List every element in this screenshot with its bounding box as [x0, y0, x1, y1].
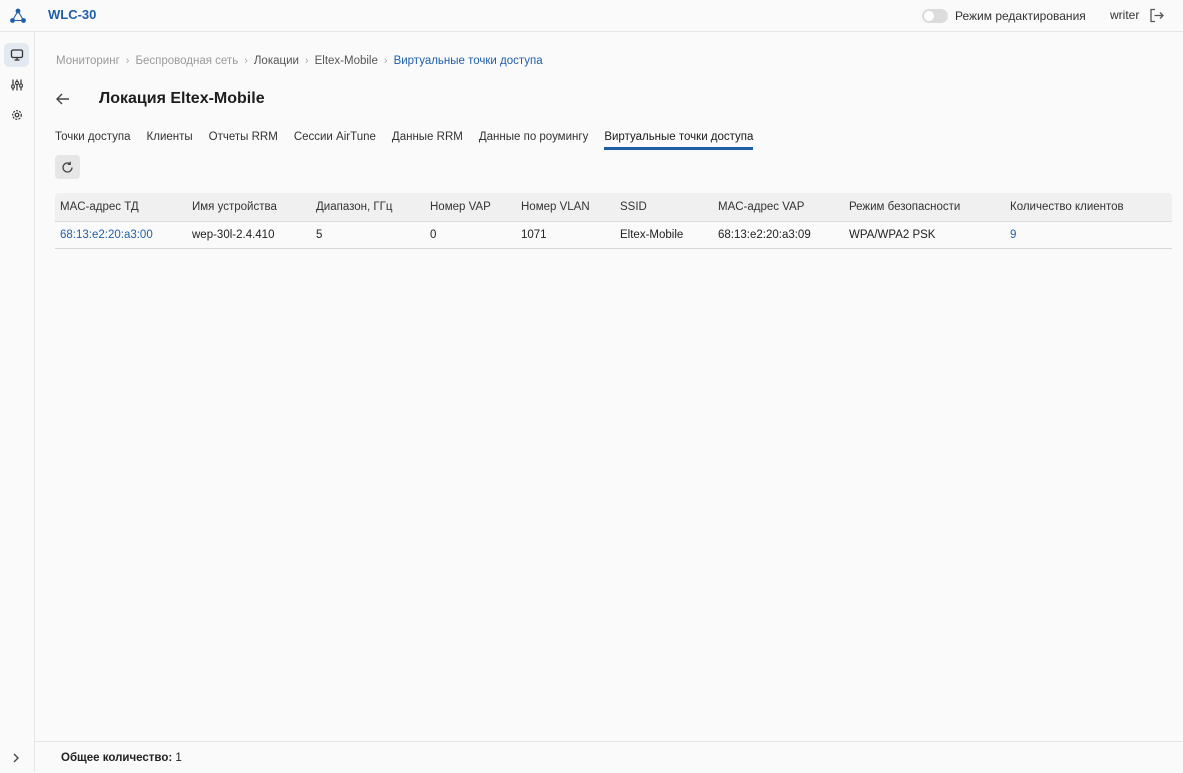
sidebar-item-configuration[interactable]: [4, 73, 29, 97]
tab-clients[interactable]: Клиенты: [147, 131, 193, 150]
column-header[interactable]: Номер VAP: [430, 193, 491, 221]
column-header[interactable]: Номер VLAN: [521, 193, 590, 221]
breadcrumb-location[interactable]: Eltex-Mobile: [315, 55, 378, 67]
vap-table: MAC-адрес ТД Имя устройства Диапазон, ГГ…: [55, 193, 1172, 249]
tab-rrm-data[interactable]: Данные RRM: [392, 131, 463, 150]
column-header[interactable]: Режим безопасности: [849, 193, 960, 221]
tab-access-points[interactable]: Точки доступа: [55, 131, 131, 150]
column-header[interactable]: Количество клиентов: [1010, 193, 1124, 221]
page-title: Локация Eltex-Mobile: [99, 90, 265, 107]
column-header[interactable]: Диапазон, ГГц: [316, 193, 392, 221]
edit-mode-toggle[interactable]: Режим редактирования: [922, 8, 1086, 24]
chevron-right-icon: ›: [125, 55, 130, 67]
table-cell: Eltex-Mobile: [620, 229, 684, 241]
breadcrumb-locations[interactable]: Локации: [254, 55, 299, 67]
user-name: writer: [1110, 8, 1140, 22]
table-header: MAC-адрес ТД Имя устройства Диапазон, ГГ…: [55, 193, 1172, 222]
table-cell: 0: [430, 229, 437, 241]
tab-roaming-data[interactable]: Данные по роумингу: [479, 131, 588, 150]
table-cell: 68:13:e2:20:a3:09: [718, 229, 811, 241]
sliders-icon: [10, 79, 23, 91]
column-header[interactable]: MAC-адрес VAP: [718, 193, 804, 221]
table-cell: WPA/WPA2 PSK: [849, 229, 936, 241]
chevron-right-icon: ›: [244, 55, 248, 67]
total-count-value: 1: [175, 752, 182, 764]
app-title[interactable]: WLC-30: [48, 7, 96, 22]
breadcrumb: Мониторинг › Беспроводная сеть › Локации…: [56, 55, 543, 67]
app-logo-icon[interactable]: [9, 7, 27, 25]
client-count-link[interactable]: 9: [1010, 222, 1016, 248]
table-cell: wep-30l-2.4.410: [192, 229, 275, 241]
gear-icon: [11, 110, 22, 120]
breadcrumb-monitoring[interactable]: Мониторинг: [56, 55, 120, 67]
column-header[interactable]: Имя устройства: [192, 193, 277, 221]
breadcrumb-current: Виртуальные точки доступа: [393, 55, 543, 67]
ap-mac-link[interactable]: 68:13:e2:20:a3:00: [60, 222, 153, 248]
table-cell: 5: [316, 229, 323, 241]
refresh-icon: [62, 161, 73, 173]
sidebar: [0, 32, 35, 772]
column-header[interactable]: MAC-адрес ТД: [60, 193, 139, 221]
tab-bar: Точки доступа Клиенты Отчеты RRM Сессии …: [55, 131, 769, 150]
chevron-right-icon: ›: [383, 55, 388, 67]
footer: Общее количество: 1: [35, 741, 1183, 773]
column-header[interactable]: SSID: [620, 193, 647, 221]
logout-icon[interactable]: [1148, 7, 1165, 24]
chevron-right-icon: ›: [304, 55, 309, 67]
back-arrow-icon[interactable]: [54, 90, 72, 108]
tab-virtual-access-points[interactable]: Виртуальные точки доступа: [604, 131, 754, 150]
total-count-label: Общее количество:: [61, 752, 173, 764]
table-row: 68:13:e2:20:a3:00 wep-30l-2.4.410 5 0 10…: [55, 222, 1172, 249]
monitor-icon: [10, 49, 23, 61]
refresh-button[interactable]: [55, 155, 80, 179]
chevron-right-icon[interactable]: [10, 752, 22, 764]
sidebar-item-monitoring[interactable]: [4, 43, 29, 67]
sidebar-item-settings[interactable]: [4, 103, 29, 127]
edit-mode-switch[interactable]: [922, 9, 948, 23]
tab-airtune-sessions[interactable]: Сессии AirTune: [294, 131, 376, 150]
total-count: Общее количество: 1: [61, 752, 182, 764]
table-cell: 1071: [521, 229, 547, 241]
tab-rrm-reports[interactable]: Отчеты RRM: [209, 131, 278, 150]
top-bar: WLC-30 Режим редактирования writer: [0, 0, 1183, 32]
edit-mode-label: Режим редактирования: [955, 9, 1086, 23]
breadcrumb-wireless[interactable]: Беспроводная сеть: [135, 55, 238, 67]
